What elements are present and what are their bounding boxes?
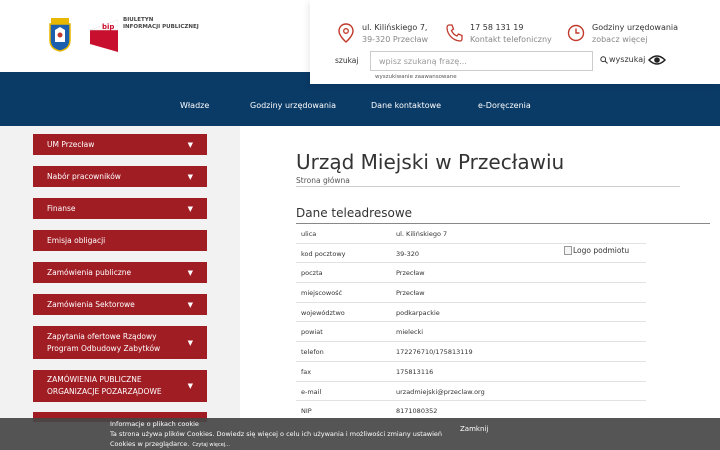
chevron-down-icon: ▼: [187, 268, 193, 277]
phone-contact[interactable]: 17 58 131 19 Kontakt telefoniczny: [444, 22, 552, 46]
table-key: miejscowość: [301, 289, 343, 298]
table-row: województwo podkarpackie: [296, 303, 646, 323]
table-key: telefon: [301, 348, 324, 357]
table-key: e-mail: [301, 387, 322, 396]
chevron-down-icon: ▼: [187, 140, 193, 149]
table-value: 172276710/175813119: [396, 348, 473, 357]
cookie-text-line2: Cookies w przeglądarce. Czytaj więcej...: [110, 440, 230, 448]
table-key: fax: [301, 367, 312, 376]
bip-label: Biuletyn Informacji Publicznej: [123, 17, 199, 31]
clock-icon: [567, 24, 585, 42]
cookie-text-end: Cookies w przeglądarce.: [110, 440, 190, 448]
table-value: urzadmiejski@przeclaw.org: [396, 387, 485, 396]
sidebar-item-label: UM Przecław: [47, 139, 95, 149]
address-line1: ul. Kilińskiego 7,: [362, 23, 428, 32]
table-row: miejscowość Przecław: [296, 283, 646, 303]
broken-image-icon: [564, 246, 572, 255]
table-value: ul. Kilińskiego 7: [396, 230, 448, 238]
table-value: mielecki: [396, 328, 424, 337]
address-contact[interactable]: ul. Kilińskiego 7, 39-320 Przecław: [336, 22, 428, 46]
table-row: fax 175813116: [296, 362, 646, 382]
search-button[interactable]: wyszukaj: [600, 55, 645, 64]
phone-caption: Kontakt telefoniczny: [470, 35, 552, 44]
nav-item-godziny[interactable]: Godziny urzędowania: [250, 101, 336, 110]
sidebar-item-zamowienia-sektorowe[interactable]: Zamówienia Sektorowe ▼: [33, 294, 207, 315]
search-icon: [600, 55, 608, 64]
table-value: Przecław: [396, 269, 425, 278]
cookie-title: Informacje o plikach cookie: [110, 420, 199, 428]
sidebar-item-finanse[interactable]: Finanse ▼: [33, 198, 207, 219]
advanced-search-link[interactable]: wyszukiwanie zaawansowane: [375, 74, 457, 80]
phone-number: 17 58 131 19: [470, 23, 524, 32]
table-key: ulica: [301, 230, 317, 238]
table-key: powiat: [301, 328, 323, 337]
table-value: 175813116: [396, 367, 434, 376]
table-row: ulica ul. Kilińskiego 7: [296, 224, 646, 244]
table-value: podkarpackie: [396, 308, 440, 317]
table-value: Przecław: [396, 289, 425, 298]
breadcrumb[interactable]: Strona główna: [296, 176, 350, 185]
office-hours-title: Godziny urzędowania: [592, 23, 679, 32]
chevron-down-icon: ▼: [187, 204, 193, 213]
cookie-close-button[interactable]: Zamknij: [460, 425, 488, 433]
sidebar-item-zamowienia-publiczne[interactable]: Zamówienia publiczne ▼: [33, 262, 207, 283]
table-key: województwo: [301, 308, 345, 317]
cookie-more-link[interactable]: Czytaj więcej...: [192, 442, 230, 448]
chevron-down-icon: ▼: [187, 338, 193, 347]
nav-item-e-doreczenia[interactable]: e-Doręczenia: [478, 101, 531, 110]
cookie-text: Ta strona używa plików Cookies. Dowiedz …: [110, 430, 443, 438]
table-key: NIP: [301, 407, 312, 416]
table-row: powiat mielecki: [296, 322, 646, 343]
search-input[interactable]: [370, 51, 593, 71]
sidebar-item-label: Zamówienia Sektorowe: [47, 299, 135, 309]
table-value: 39-320: [396, 249, 420, 258]
sidebar-item-emisja-obligacji[interactable]: Emisja obligacji: [33, 230, 207, 251]
nav-item-dane-kontaktowe[interactable]: Dane kontaktowe: [371, 101, 441, 110]
bip-logo-text: bip: [102, 23, 114, 31]
chevron-down-icon: ▼: [187, 382, 193, 390]
coat-of-arms-icon[interactable]: [48, 16, 72, 52]
sidebar-item-label: Emisja obligacji: [47, 235, 106, 245]
address-line2: 39-320 Przecław: [362, 35, 429, 44]
bip-label-line1: Biuletyn: [123, 17, 154, 23]
chevron-down-icon: ▼: [187, 300, 193, 309]
sidebar-item-label: ZAMÓWIENIA PUBLICZNE ORGANIZACJE POZARZĄ…: [47, 375, 162, 396]
entity-logo: Logo podmiotu: [564, 246, 629, 255]
breadcrumb-divider: [296, 186, 680, 187]
bip-label-line2: Informacji Publicznej: [123, 24, 199, 30]
entity-logo-alt-text: Logo podmiotu: [573, 246, 630, 255]
office-hours-more-link[interactable]: zobacz więcej: [592, 34, 678, 46]
table-key: poczta: [301, 269, 323, 278]
sidebar-item-um-przeclaw[interactable]: UM Przecław ▼: [33, 134, 207, 155]
sidebar-item-zamowienia-organizacje[interactable]: ZAMÓWIENIA PUBLICZNE ORGANIZACJE POZARZĄ…: [33, 370, 207, 402]
sidebar-item-label: Finanse: [47, 203, 76, 213]
table-row: e-mail urzadmiejski@przeclaw.org: [296, 382, 646, 402]
sidebar-item-zapytania-ofertowe[interactable]: Zapytania ofertowe Rządowy Program Odbud…: [33, 326, 207, 359]
sidebar-item-label: Nabór pracowników: [47, 171, 121, 181]
office-hours-contact[interactable]: Godziny urzędowania zobacz więcej: [566, 22, 678, 46]
table-key: kod pocztowy: [301, 249, 346, 258]
sidebar-item-label: Zapytania ofertowe Rządowy Program Odbud…: [47, 331, 161, 353]
cookie-banner: Informacje o plikach cookie Ta strona uż…: [0, 418, 720, 450]
eye-accessibility-icon[interactable]: [648, 54, 666, 66]
bip-logo-icon[interactable]: bip: [90, 16, 118, 52]
sidebar-item-nabor[interactable]: Nabór pracowników ▼: [33, 166, 207, 187]
search-label: szukaj: [335, 56, 359, 65]
chevron-down-icon: ▼: [187, 172, 193, 181]
page-title: Urząd Miejski w Przecławiu: [296, 150, 565, 174]
map-pin-icon: [338, 23, 354, 43]
phone-icon: [446, 24, 463, 42]
table-row: poczta Przecław: [296, 263, 646, 284]
search-button-label: wyszukaj: [609, 55, 646, 64]
table-row: telefon 172276710/175813119: [296, 342, 646, 362]
table-value: 8171080352: [396, 407, 438, 416]
header-brand: bip Biuletyn Informacji Publicznej: [0, 0, 310, 72]
sidebar-item-label: Zamówienia publiczne: [47, 267, 132, 277]
nav-item-wladze[interactable]: Władze: [180, 101, 209, 110]
section-title: Dane teleadresowe: [296, 206, 413, 220]
